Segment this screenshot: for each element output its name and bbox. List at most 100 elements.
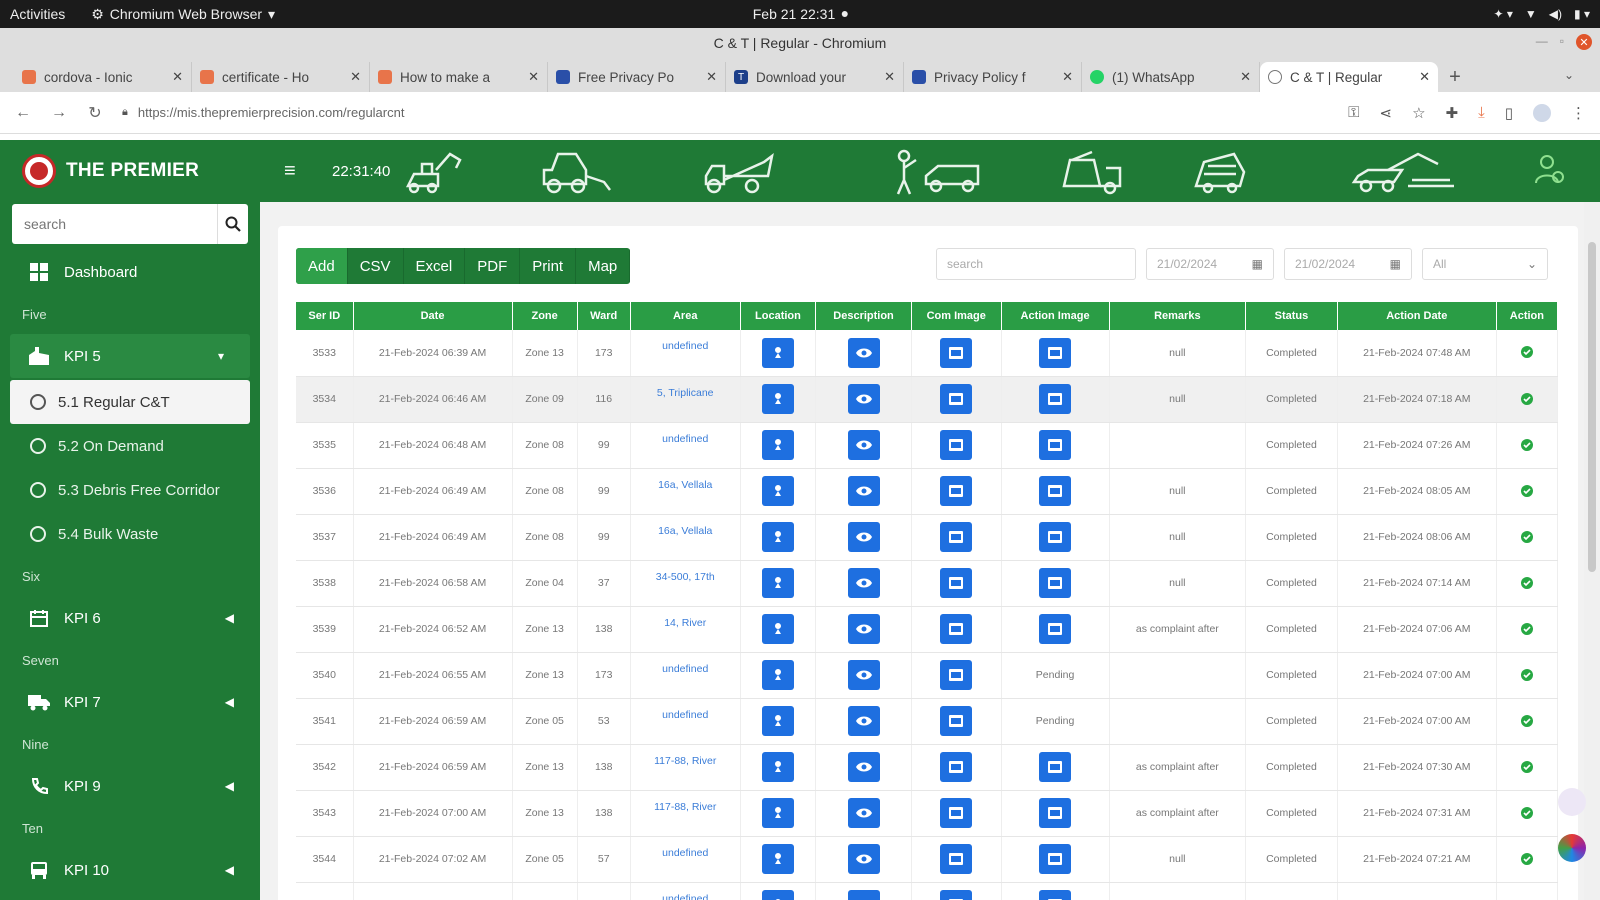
view-eye-button[interactable] xyxy=(847,798,880,828)
action-image-button[interactable] xyxy=(1039,844,1072,874)
calendar-icon[interactable]: ▦ xyxy=(1390,257,1401,271)
table-row[interactable]: 3536 21-Feb-2024 06:49 AM Zone 08 99 16a… xyxy=(296,468,1559,515)
sidepanel-icon[interactable]: ▯ xyxy=(1505,104,1513,122)
column-header[interactable]: Action Image xyxy=(1001,302,1110,330)
action-image-button[interactable] xyxy=(1039,430,1072,460)
calendar-icon[interactable]: ▦ xyxy=(1252,257,1263,271)
column-header[interactable]: Remarks xyxy=(1109,302,1247,330)
tab-close-icon[interactable]: ✕ xyxy=(1240,69,1251,85)
action-image-button[interactable] xyxy=(1039,890,1072,900)
view-eye-button[interactable] xyxy=(847,890,880,900)
from-date-field[interactable]: 21/02/2024 ▦ xyxy=(1146,248,1274,280)
sidebar-item-dashboard[interactable]: Dashboard xyxy=(0,250,260,294)
browser-tab[interactable]: Privacy Policy f ✕ xyxy=(904,62,1082,92)
location-map-button[interactable] xyxy=(761,522,794,552)
location-map-button[interactable] xyxy=(761,337,794,368)
tab-close-icon[interactable]: ✕ xyxy=(172,69,183,85)
view-eye-button[interactable] xyxy=(847,660,880,690)
action-image-button[interactable] xyxy=(1039,798,1072,828)
area-link[interactable]: 34-500, 17th xyxy=(630,560,741,607)
csv-button[interactable]: CSV xyxy=(348,248,404,284)
com-image-button[interactable] xyxy=(940,430,973,460)
floating-assistant-icon[interactable] xyxy=(1558,834,1586,862)
location-map-button[interactable] xyxy=(761,890,794,900)
sidebar-item-kpi9[interactable]: KPI 9 ◀ xyxy=(0,764,260,808)
profile-avatar[interactable] xyxy=(1533,103,1551,122)
sidebar-subitem-regular-ct[interactable]: 5.1 Regular C&T xyxy=(10,380,250,424)
com-image-button[interactable] xyxy=(940,890,973,900)
table-row[interactable]: 3537 21-Feb-2024 06:49 AM Zone 08 99 16a… xyxy=(296,514,1559,561)
location-map-button[interactable] xyxy=(761,844,794,874)
back-icon[interactable]: ← xyxy=(14,104,32,122)
view-eye-button[interactable] xyxy=(847,614,880,644)
floating-extension-icon[interactable] xyxy=(1558,788,1586,816)
area-link[interactable]: 16a, Vellala xyxy=(630,468,741,515)
area-link[interactable]: 117-88, River xyxy=(630,790,741,837)
com-image-button[interactable] xyxy=(940,660,973,690)
check-circle-icon[interactable] xyxy=(1520,484,1533,497)
sidebar-subitem-bulk-waste[interactable]: 5.4 Bulk Waste xyxy=(0,512,260,556)
user-account-icon[interactable] xyxy=(1532,153,1566,187)
column-header[interactable]: Ward xyxy=(577,302,631,330)
tab-close-icon[interactable]: ✕ xyxy=(884,69,895,85)
key-icon[interactable]: ⚿ xyxy=(1348,104,1359,121)
action-image-button[interactable] xyxy=(1039,614,1072,644)
check-circle-icon[interactable] xyxy=(1520,576,1533,589)
view-eye-button[interactable] xyxy=(847,568,880,598)
check-circle-icon[interactable] xyxy=(1520,346,1533,359)
table-row[interactable]: 3540 21-Feb-2024 06:55 AM Zone 13 173 un… xyxy=(296,652,1559,699)
location-map-button[interactable] xyxy=(761,752,794,782)
check-circle-icon[interactable] xyxy=(1520,668,1533,681)
print-button[interactable]: Print xyxy=(520,248,577,284)
check-circle-icon[interactable] xyxy=(1520,714,1533,727)
area-link[interactable]: undefined xyxy=(630,422,741,469)
system-tray[interactable]: ✦ ▾ ▼ ◀) ▮ ▾ xyxy=(1493,7,1590,21)
brand[interactable]: THE PREMIER xyxy=(0,154,260,188)
view-eye-button[interactable] xyxy=(847,752,880,782)
table-row[interactable]: 3544 21-Feb-2024 07:02 AM Zone 05 57 und… xyxy=(296,836,1559,883)
check-circle-icon[interactable] xyxy=(1520,852,1533,865)
table-row[interactable]: 3539 21-Feb-2024 06:52 AM Zone 13 138 14… xyxy=(296,606,1559,653)
check-circle-icon[interactable] xyxy=(1520,622,1533,635)
share-icon[interactable]: ⋖ xyxy=(1379,104,1392,122)
view-eye-button[interactable] xyxy=(847,384,880,414)
extensions-icon[interactable]: ✚ xyxy=(1446,104,1459,122)
tab-close-icon[interactable]: ✕ xyxy=(706,69,717,85)
scrollbar-thumb[interactable] xyxy=(1588,242,1596,572)
downloads-icon[interactable]: ⤓ xyxy=(1478,104,1485,121)
excel-button[interactable]: Excel xyxy=(404,248,466,284)
status-select[interactable]: All ⌄ xyxy=(1422,248,1548,280)
table-row[interactable]: 3533 21-Feb-2024 06:39 AM Zone 13 173 un… xyxy=(296,330,1559,377)
browser-tab[interactable]: How to make a ✕ xyxy=(370,62,548,92)
view-eye-button[interactable] xyxy=(847,706,880,736)
area-link[interactable]: 117-88, River xyxy=(630,744,741,791)
column-header[interactable]: Com Image xyxy=(911,302,1002,330)
view-eye-button[interactable] xyxy=(847,337,880,368)
column-header[interactable]: Area xyxy=(630,302,741,330)
area-link[interactable]: undefined xyxy=(630,698,741,745)
browser-tab-active[interactable]: C & T | Regular ✕ xyxy=(1260,62,1438,92)
location-map-button[interactable] xyxy=(761,568,794,598)
activities-button[interactable]: Activities xyxy=(10,6,65,22)
table-row[interactable]: 3542 21-Feb-2024 06:59 AM Zone 13 138 11… xyxy=(296,744,1559,791)
location-map-button[interactable] xyxy=(761,614,794,644)
sidebar-subitem-debris-free-corridor[interactable]: 5.3 Debris Free Corridor xyxy=(0,468,260,512)
check-circle-icon[interactable] xyxy=(1520,760,1533,773)
column-header[interactable]: Zone xyxy=(512,302,578,330)
app-menu[interactable]: ⚙ Chromium Web Browser ▾ xyxy=(91,6,275,23)
column-header[interactable]: Ser ID xyxy=(296,302,354,330)
add-button[interactable]: Add xyxy=(296,248,348,284)
column-header[interactable]: Status xyxy=(1245,302,1338,330)
com-image-button[interactable] xyxy=(940,476,973,506)
table-row[interactable]: 3543 21-Feb-2024 07:00 AM Zone 13 138 11… xyxy=(296,790,1559,837)
sidebar-item-kpi10[interactable]: KPI 10 ◀ xyxy=(0,848,260,892)
browser-tab[interactable]: cordova - Ionic ✕ xyxy=(14,62,192,92)
tab-close-icon[interactable]: ✕ xyxy=(528,69,539,85)
maximize-icon[interactable]: ▫ xyxy=(1560,34,1564,50)
column-header[interactable]: Description xyxy=(815,302,912,330)
page-scrollbar[interactable] xyxy=(1584,202,1600,900)
location-map-button[interactable] xyxy=(761,430,794,460)
com-image-button[interactable] xyxy=(940,798,973,828)
reload-icon[interactable]: ↻ xyxy=(86,103,104,123)
area-link[interactable]: 16a, Vellala xyxy=(630,514,741,561)
